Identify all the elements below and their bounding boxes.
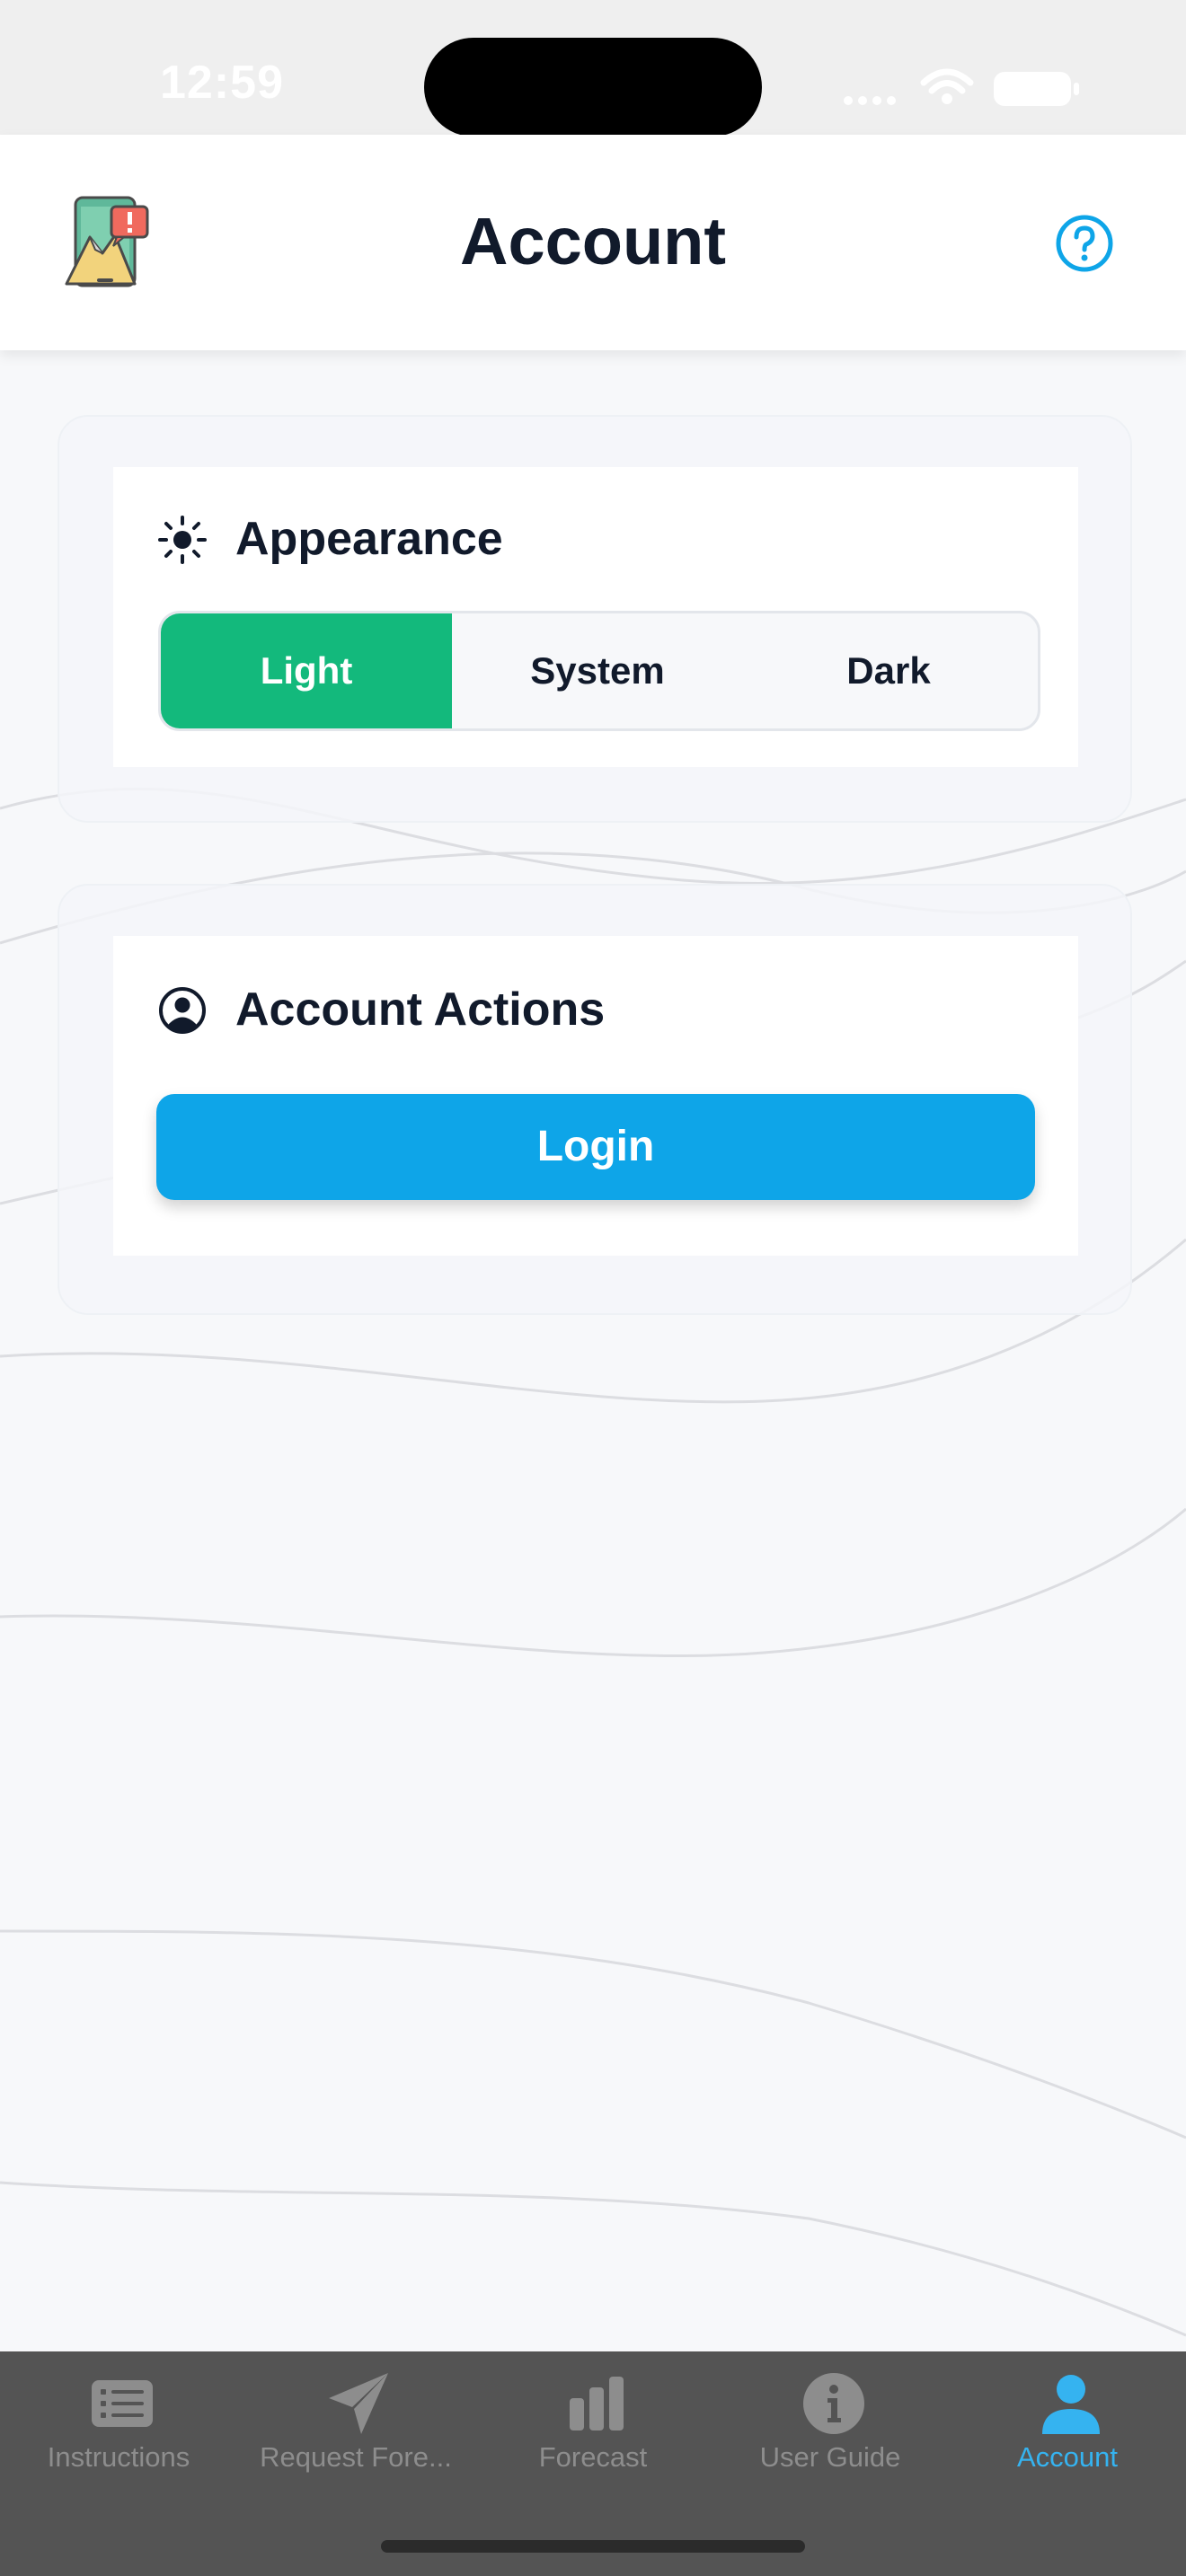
help-icon[interactable] [1055, 214, 1114, 273]
status-bar: 12:59 [0, 0, 1186, 137]
login-button[interactable]: Login [156, 1094, 1035, 1200]
battery-icon [994, 72, 1071, 106]
bar-chart-icon [570, 2377, 624, 2430]
list-icon [92, 2380, 153, 2427]
send-icon [329, 2373, 388, 2434]
appearance-card: Appearance Light System Dark [58, 415, 1132, 823]
tab-instructions[interactable]: Instructions [0, 2351, 237, 2522]
tab-request-forecast[interactable]: Request Fore... [237, 2351, 474, 2522]
page-title: Account [460, 204, 726, 278]
tab-label: Instructions [47, 2441, 190, 2473]
tab-account[interactable]: Account [949, 2351, 1186, 2522]
tab-label: Account [1016, 2441, 1118, 2473]
user-circle-icon [159, 987, 206, 1034]
tab-label: Request Fore... [260, 2441, 452, 2473]
account-actions-card-body: Account Actions Login [113, 936, 1078, 1256]
status-icons [844, 68, 1079, 106]
appearance-option-light[interactable]: Light [161, 613, 452, 728]
wifi-icon [920, 68, 974, 94]
home-indicator [381, 2540, 805, 2553]
dynamic-island [424, 38, 762, 137]
sun-icon [158, 516, 207, 564]
account-actions-title: Account Actions [235, 984, 606, 1036]
appearance-segmented-control: Light System Dark [158, 611, 1040, 731]
tab-label: Forecast [538, 2441, 648, 2473]
tab-forecast[interactable]: Forecast [474, 2351, 712, 2522]
tab-user-guide[interactable]: User Guide [712, 2351, 949, 2522]
account-actions-card: Account Actions Login [58, 884, 1132, 1315]
app-header: Account [0, 135, 1186, 350]
appearance-option-system[interactable]: System [452, 613, 743, 728]
person-icon [1042, 2375, 1100, 2434]
status-time: 12:59 [160, 57, 284, 109]
appearance-card-body: Appearance Light System Dark [113, 467, 1078, 767]
tab-label: User Guide [759, 2441, 901, 2473]
signal-icon [844, 96, 896, 105]
info-icon [803, 2373, 864, 2434]
appearance-title: Appearance [235, 513, 503, 565]
appearance-option-dark[interactable]: Dark [743, 613, 1034, 728]
